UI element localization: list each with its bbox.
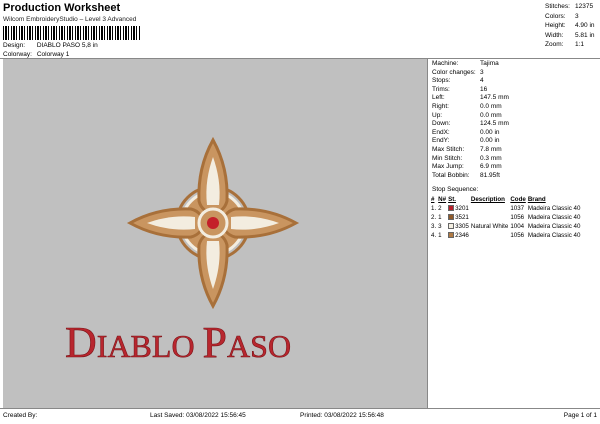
colorway-label: Colorway: bbox=[3, 51, 32, 58]
machine-info-panel: Machine: Tajima Color changes: 3 Stops: 4 T… bbox=[432, 60, 597, 180]
color-swatch bbox=[448, 214, 455, 221]
col-description: Description bbox=[470, 196, 505, 203]
stat-zoom: Zoom: 1:1 bbox=[545, 41, 585, 49]
col-code: Code bbox=[510, 196, 526, 203]
info-max-jump: Max Jump: 6.9 mm bbox=[432, 163, 502, 171]
info-endy: EndY: 0.00 in bbox=[432, 137, 500, 145]
col-number: # bbox=[431, 196, 435, 203]
table-row: 4. 1 2346 1056 Madeira Classic 40 bbox=[431, 232, 581, 239]
page-title: Production Worksheet bbox=[3, 2, 121, 14]
stat-colors: Colors: 3 bbox=[545, 12, 579, 20]
design-label: Design: bbox=[3, 42, 26, 49]
last-saved: Last Saved: 03/08/2022 15:56:45 bbox=[150, 412, 246, 419]
table-row: 2. 1 3521 1056 Madeira Classic 40 bbox=[431, 214, 581, 221]
cross-emblem bbox=[126, 136, 300, 310]
info-up: Up: 0.0 mm bbox=[432, 111, 502, 119]
printed-date: Printed: 03/08/2022 15:56:48 bbox=[300, 412, 384, 419]
col-brand: Brand bbox=[527, 196, 546, 203]
stop-sequence-title: Stop Sequence: bbox=[432, 186, 479, 193]
info-color-changes: Color changes: 3 bbox=[432, 68, 484, 76]
stop-sequence-header: # N# St. Description Code Brand bbox=[431, 195, 582, 204]
info-down: Down: 124.5 mm bbox=[432, 120, 509, 128]
color-swatch bbox=[448, 205, 455, 212]
design-row: Design: DIABLO PASO 5,8 in bbox=[3, 42, 98, 49]
info-left: Left: 147.5 mm bbox=[432, 94, 509, 102]
created-by: Created By: bbox=[3, 412, 38, 419]
info-endx: EndX: 0.00 in bbox=[432, 128, 500, 136]
footer-divider bbox=[0, 408, 600, 409]
stat-height: Height: 4.90 in bbox=[545, 22, 595, 30]
info-stops: Stops: 4 bbox=[432, 77, 484, 85]
info-total-bobbin: Total Bobbin: 81.95ft bbox=[432, 171, 500, 179]
design-text: DIABLO PASO bbox=[65, 318, 291, 367]
info-max-stitch: Max Stitch: 7.8 mm bbox=[432, 145, 502, 153]
design-value: DIABLO PASO 5,8 in bbox=[36, 42, 98, 49]
stat-width: Width: 5.81 in bbox=[545, 31, 595, 39]
info-min-stitch: Min Stitch: 0.3 mm bbox=[432, 154, 502, 162]
table-row: 3. 3 3305 Natural White 1004 Madeira Cla… bbox=[431, 223, 581, 230]
barcode bbox=[3, 26, 141, 40]
panel-divider bbox=[427, 59, 428, 408]
page-number: Page 1 of 1 bbox=[563, 412, 597, 419]
cross-center-dot bbox=[207, 217, 219, 229]
stop-sequence-table: # N# St. Description Code Brand 1. 2 320… bbox=[431, 195, 582, 240]
colorway-value: Colorway 1 bbox=[36, 51, 70, 58]
info-trims: Trims: 16 bbox=[432, 85, 488, 93]
design-preview-svg: DIABLO PASO bbox=[65, 136, 300, 367]
software-subtitle: Wilcom EmbroideryStudio – Level 3 Advanc… bbox=[3, 16, 137, 23]
col-stitches: St. bbox=[448, 196, 457, 203]
color-swatch bbox=[448, 232, 455, 239]
table-row: 1. 2 3201 1037 Madeira Classic 40 bbox=[431, 205, 581, 212]
design-preview: DIABLO PASO bbox=[3, 59, 427, 408]
info-right: Right: 0.0 mm bbox=[432, 102, 502, 110]
col-needle: N# bbox=[438, 196, 447, 203]
stats-panel: Stitches: 12375 Colors: 3 Height: 4.90 in W… bbox=[545, 2, 600, 50]
info-machine: Machine: Tajima bbox=[432, 60, 499, 67]
color-swatch bbox=[448, 223, 455, 230]
colorway-row: Colorway: Colorway 1 bbox=[3, 51, 69, 58]
stat-stitches: Stitches: 12375 bbox=[545, 3, 594, 10]
